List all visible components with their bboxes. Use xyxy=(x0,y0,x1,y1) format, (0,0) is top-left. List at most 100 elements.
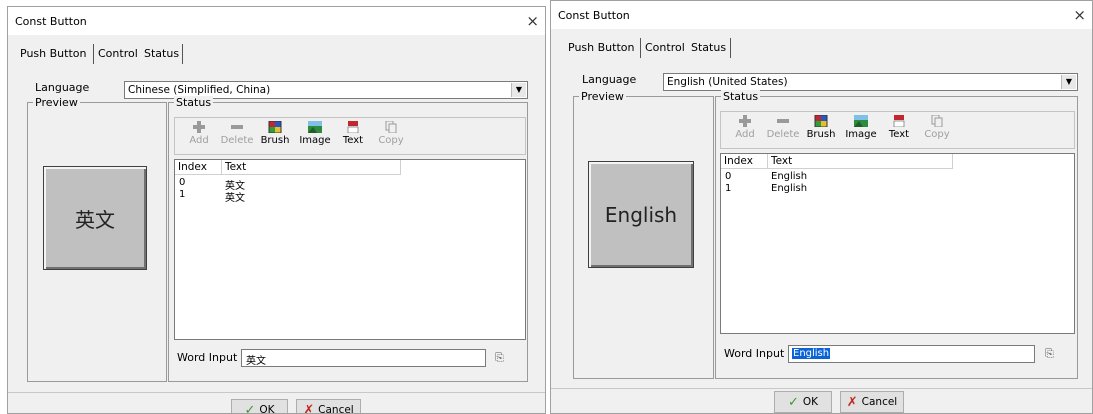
status-group: Status Add Delete Brush Image Text Copy … xyxy=(715,90,1078,379)
cancel-button[interactable]: ✗ Cancel xyxy=(840,391,904,413)
ok-button[interactable]: ✓ OK xyxy=(231,399,288,414)
tab-status[interactable]: Status xyxy=(691,41,726,54)
divider xyxy=(551,388,1092,389)
status-group: Status Add Delete Brush Image Text Copy … xyxy=(168,96,528,382)
brush-icon xyxy=(268,121,282,133)
brush-icon xyxy=(814,115,828,127)
tab-strip: Push Button Control Status xyxy=(551,29,1092,63)
close-icon[interactable]: × xyxy=(1073,6,1086,24)
text-icon xyxy=(893,115,905,127)
image-button[interactable]: Image xyxy=(840,115,882,140)
tab-push-button[interactable]: Push Button xyxy=(568,41,634,54)
row-index: 0 xyxy=(179,177,186,188)
word-input[interactable]: English xyxy=(788,345,1035,363)
language-label: Language xyxy=(582,73,637,86)
title-bar: Const Button × xyxy=(551,1,1092,29)
delete-label: Delete xyxy=(766,129,800,140)
preview-button: 英文 xyxy=(43,166,147,270)
row-index: 1 xyxy=(725,183,732,194)
chevron-down-icon[interactable]: ▼ xyxy=(511,83,526,97)
column-header-index[interactable]: Index xyxy=(721,154,768,169)
text-icon xyxy=(347,121,359,133)
row-index: 0 xyxy=(725,171,732,182)
x-icon: ✗ xyxy=(303,402,315,414)
left-dialog: Const Button × Push Button Control Statu… xyxy=(7,6,546,414)
word-input-label: Word Input xyxy=(724,347,785,360)
text-button[interactable]: Text xyxy=(332,121,374,146)
plus-icon xyxy=(193,121,205,133)
word-input-value: 英文 xyxy=(246,356,266,367)
check-icon: ✓ xyxy=(787,394,799,410)
copy-button[interactable]: Copy xyxy=(370,121,412,146)
language-value: Chinese (Simplified, China) xyxy=(128,84,271,96)
copy-icon xyxy=(385,121,397,133)
ok-label: OK xyxy=(802,396,819,408)
language-select[interactable]: English (United States) ▼ xyxy=(663,73,1078,91)
title-bar: Const Button × xyxy=(8,7,545,35)
copy-button[interactable]: Copy xyxy=(916,115,958,140)
divider xyxy=(8,392,545,393)
cancel-label: Cancel xyxy=(318,404,354,414)
minus-icon xyxy=(231,125,243,129)
list-item[interactable]: 1 English xyxy=(721,183,1074,195)
status-list[interactable]: Index Text 0 英文 1 英文 xyxy=(174,159,526,340)
text-button[interactable]: Text xyxy=(878,115,920,140)
column-header-text[interactable]: Text xyxy=(222,160,401,175)
text-label: Text xyxy=(342,135,364,146)
image-button[interactable]: Image xyxy=(294,121,336,146)
add-label: Add xyxy=(189,135,209,146)
delete-label: Delete xyxy=(220,135,254,146)
cancel-label: Cancel xyxy=(861,396,898,408)
list-item[interactable]: 0 英文 xyxy=(175,177,525,192)
text-label: Text xyxy=(888,129,910,140)
check-icon: ✓ xyxy=(244,402,256,414)
tab-strip: Push Button Control Status xyxy=(8,35,545,69)
image-label: Image xyxy=(299,135,331,146)
copy-label: Copy xyxy=(924,129,950,140)
minus-icon xyxy=(777,119,789,123)
image-icon xyxy=(854,115,868,127)
row-text: 英文 xyxy=(225,193,245,204)
status-list[interactable]: Index Text 0 English 1 English xyxy=(720,153,1075,334)
word-input-value: English xyxy=(792,348,831,359)
dialog-title: Const Button xyxy=(15,15,87,28)
add-button[interactable]: Add xyxy=(178,121,220,146)
ok-button[interactable]: ✓ OK xyxy=(774,391,832,413)
preview-label: Preview xyxy=(33,96,80,109)
cancel-button[interactable]: ✗ Cancel xyxy=(296,399,361,414)
preview-label: Preview xyxy=(579,90,626,103)
dialog-title: Const Button xyxy=(558,9,630,22)
delete-button[interactable]: Delete xyxy=(216,121,258,146)
paste-icon[interactable]: ⎘ xyxy=(495,351,511,365)
preview-button: English xyxy=(588,161,694,268)
chevron-down-icon[interactable]: ▼ xyxy=(1061,75,1076,89)
word-input[interactable]: 英文 xyxy=(241,349,486,367)
tab-control[interactable]: Control xyxy=(645,41,685,54)
delete-button[interactable]: Delete xyxy=(762,115,804,140)
preview-group: Preview 英文 xyxy=(27,96,167,382)
copy-label: Copy xyxy=(378,135,404,146)
column-header-text[interactable]: Text xyxy=(768,154,953,169)
right-dialog: Const Button × Push Button Control Statu… xyxy=(550,0,1093,414)
list-item[interactable]: 1 英文 xyxy=(175,189,525,204)
tab-status[interactable]: Status xyxy=(144,47,179,60)
tab-control[interactable]: Control xyxy=(98,47,138,60)
column-header-index[interactable]: Index xyxy=(175,160,222,175)
status-label: Status xyxy=(174,96,214,109)
tab-push-button[interactable]: Push Button xyxy=(20,47,86,60)
status-label: Status xyxy=(721,90,761,103)
x-icon: ✗ xyxy=(846,394,858,410)
language-value: English (United States) xyxy=(667,76,788,88)
add-button[interactable]: Add xyxy=(724,115,766,140)
image-icon xyxy=(308,121,322,133)
tab-divider xyxy=(93,44,94,64)
close-icon[interactable]: × xyxy=(526,12,539,30)
status-toolbar: Add Delete Brush Image Text Copy xyxy=(720,111,1075,149)
tab-divider xyxy=(730,38,731,58)
brush-button[interactable]: Brush xyxy=(800,115,842,140)
list-item[interactable]: 0 English xyxy=(721,171,1074,183)
brush-button[interactable]: Brush xyxy=(254,121,296,146)
row-index: 1 xyxy=(179,189,186,200)
paste-icon[interactable]: ⎘ xyxy=(1045,347,1061,361)
preview-text: 英文 xyxy=(75,207,115,232)
